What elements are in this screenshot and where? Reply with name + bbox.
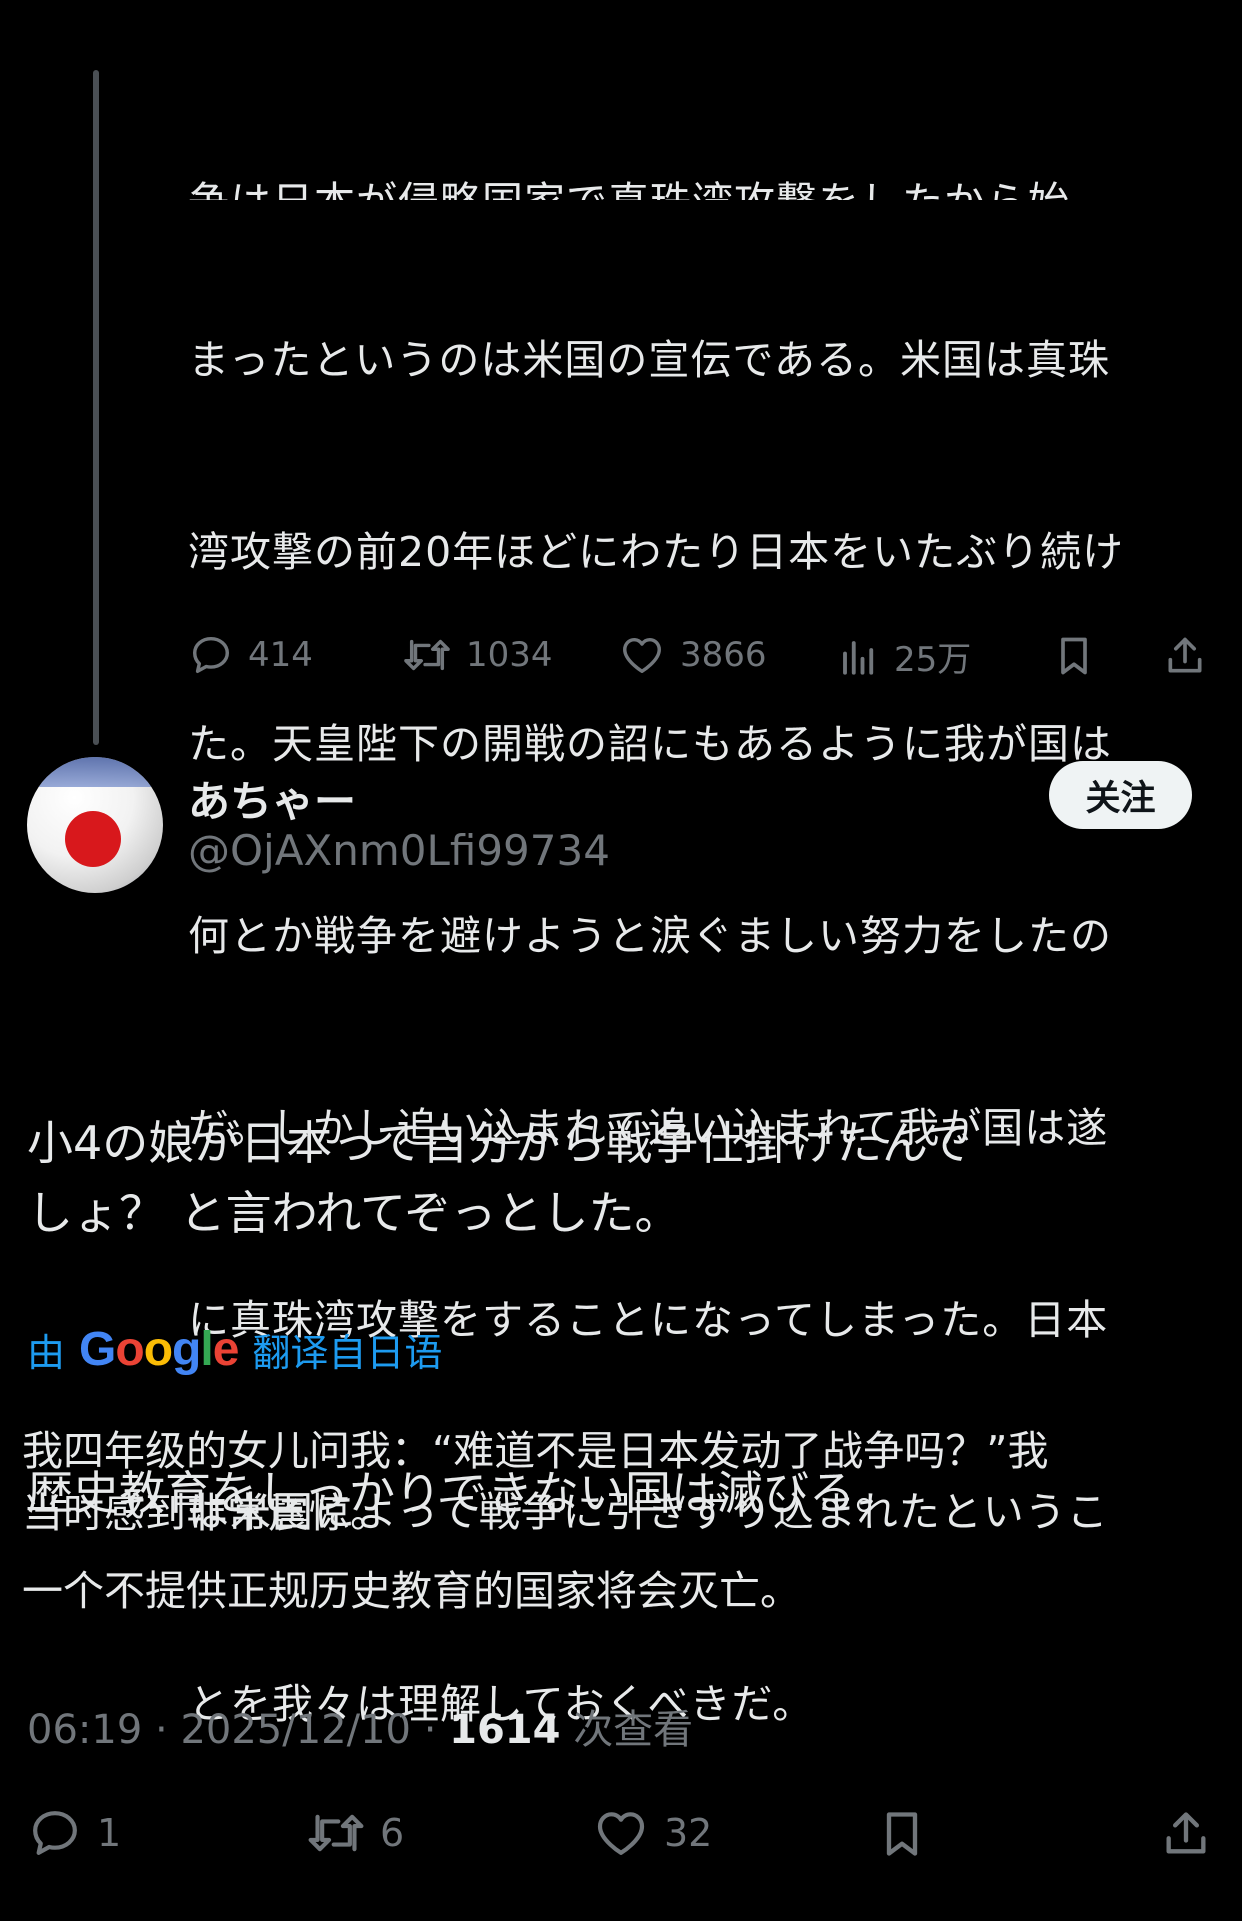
previous-retweet-count: 1034	[466, 635, 553, 675]
avatar-sky	[27, 757, 163, 787]
previous-tweet-partial-line: 争は日本が侵略国家で真珠湾攻撃をしたから始	[188, 136, 1228, 200]
bookmark-icon	[1061, 637, 1087, 675]
tweet-paragraph: 小4の娘が日本って自分から戦争仕掛けたんで しょ？ と言われてぞっとした。	[27, 1116, 972, 1240]
translation-prefix: 由	[27, 1331, 66, 1375]
like-icon	[623, 637, 661, 674]
previous-views-count: 25万	[894, 640, 972, 680]
previous-bookmark-button[interactable]	[1052, 632, 1096, 680]
like-button[interactable]: 32	[592, 1805, 712, 1861]
retweet-count: 6	[380, 1811, 405, 1855]
avatar-flag-circle	[65, 811, 121, 867]
share-button[interactable]	[1160, 1805, 1212, 1863]
translation-suffix: 翻译自日语	[252, 1331, 443, 1375]
reply-icon	[192, 636, 230, 674]
like-icon	[597, 1812, 645, 1855]
translated-paragraph: 一个不提供正规历史教育的国家将会灭亡。	[22, 1567, 801, 1615]
reply-count: 1	[97, 1811, 122, 1855]
share-icon	[1168, 637, 1202, 673]
like-count: 32	[664, 1811, 713, 1855]
previous-like-count: 3866	[680, 635, 767, 675]
tweet-views-count: 1614	[449, 1707, 561, 1753]
bookmark-icon	[886, 1812, 918, 1856]
previous-reply-button[interactable]: 414	[188, 632, 313, 678]
previous-reply-count: 414	[248, 635, 313, 675]
tweet-views-label: 次查看	[573, 1707, 694, 1753]
previous-tweet-line: 湾攻撃の前20年ほどにわたり日本をいたぶり続け	[188, 528, 1125, 576]
previous-tweet-line: 何とか戦争を避けようと涙ぐましい努力をしたの	[188, 912, 1112, 960]
share-icon	[1166, 1812, 1206, 1854]
tweet-date[interactable]: 2025/12/10	[180, 1707, 411, 1753]
retweet-button[interactable]: 6	[306, 1805, 404, 1861]
meta-separator: ·	[155, 1707, 181, 1753]
thread-connector-line	[93, 70, 99, 745]
meta-separator: ·	[423, 1707, 450, 1753]
retweet-icon	[308, 1814, 364, 1852]
bookmark-button[interactable]	[876, 1805, 928, 1863]
reply-button[interactable]: 1	[27, 1805, 121, 1861]
previous-share-button[interactable]	[1163, 632, 1207, 680]
display-name[interactable]: あちゃー	[188, 768, 356, 829]
previous-tweet-line: まったというのは米国の宣伝である。米国は真珠	[188, 336, 1110, 384]
avatar[interactable]	[27, 757, 163, 893]
translated-paragraph: 我四年级的女儿问我：“难道不是日本发动了战争吗？”我 当时感到非常震惊。	[22, 1427, 1049, 1537]
reply-icon	[33, 1811, 77, 1855]
user-handle[interactable]: @OjAXnm0Lfi99734	[188, 826, 610, 875]
views-icon	[843, 640, 874, 675]
follow-button[interactable]: 关注	[1049, 761, 1192, 829]
tweet-time[interactable]: 06:19	[27, 1707, 142, 1753]
previous-like-button[interactable]: 3866	[618, 632, 767, 678]
translation-attribution[interactable]: 由 Google 翻译自日语	[27, 1322, 442, 1377]
translated-text: 我四年级的女儿问我：“难道不是日本发动了战争吗？”我 当时感到非常震惊。 一个不…	[22, 1420, 1222, 1622]
google-logo: Google	[79, 1323, 239, 1376]
previous-views-button[interactable]: 25万	[838, 632, 971, 681]
tweet-meta: 06:19 · 2025/12/10 · 1614 次查看	[27, 1697, 693, 1755]
retweet-icon	[404, 639, 450, 671]
previous-retweet-button[interactable]: 1034	[402, 632, 553, 678]
